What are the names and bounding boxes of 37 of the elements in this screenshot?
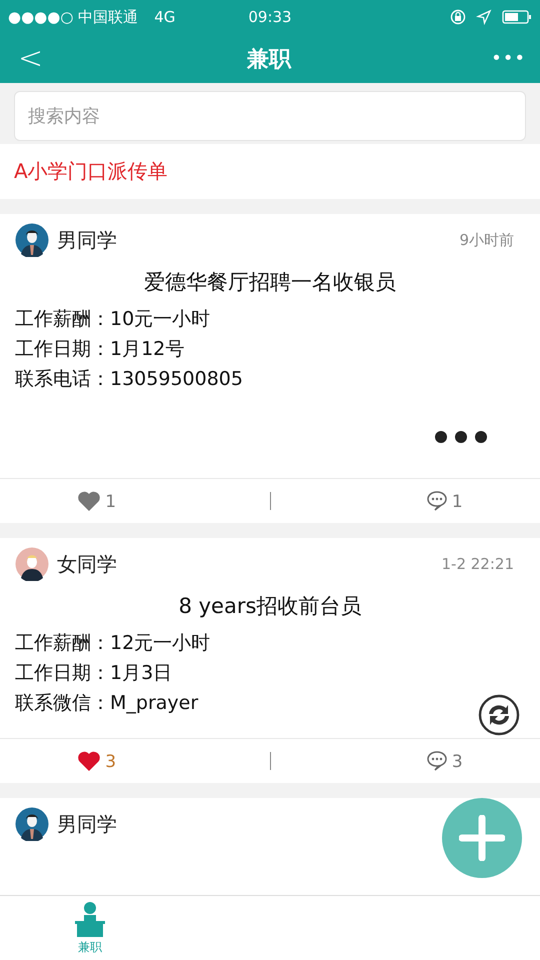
post-title[interactable]: 爱德华餐厅招聘一名收银员 [0,258,540,304]
network-type: 4G [154,8,176,26]
post-detail: 工作薪酬：10元一小时 [15,307,212,332]
lock-rotation-icon [450,9,466,25]
speech-bubble-icon [426,490,448,512]
location-arrow-icon [476,9,492,25]
speech-bubble-icon [426,750,448,772]
post-detail: 工作薪酬：12元一小时 [15,631,212,656]
avatar-icon [15,223,49,257]
avatar-icon [15,807,49,841]
person-at-desk-icon [72,900,108,936]
notice-link[interactable]: A小学门口派传单 [14,158,168,185]
comment-button[interactable]: 3 [426,750,463,772]
post-time: 1-2 22:21 [442,555,514,573]
status-time: 09:33 [248,8,292,26]
like-button[interactable]: 1 [77,490,116,512]
plus-icon [459,815,505,861]
post-time: 9小时前 [459,230,514,250]
page-title: 兼职 [247,46,292,74]
avatar-icon [15,547,49,581]
comment-button[interactable]: 1 [426,490,463,512]
battery-icon [502,9,532,25]
carrier-name: ●●●●○ 中国联通 [8,8,138,26]
more-button[interactable]: ••• [491,48,526,69]
more-dots-icon[interactable] [434,430,488,444]
post-title[interactable]: 8 years招收前台员 [0,582,540,628]
post-detail: 联系微信：M_prayer [15,691,200,716]
post-detail: 联系电话：13059500805 [15,367,244,392]
back-button[interactable]: < [14,41,48,76]
like-button[interactable]: 3 [77,750,116,772]
post-detail: 工作日期：1月12号 [15,337,186,362]
refresh-icon[interactable] [478,694,520,736]
author-name: 女同学 [57,550,117,578]
author-name: 男同学 [57,810,117,838]
search-field[interactable]: 搜索内容 [14,91,526,141]
author-name: 男同学 [57,226,117,254]
post-detail: 工作日期：1月3日 [15,661,174,686]
